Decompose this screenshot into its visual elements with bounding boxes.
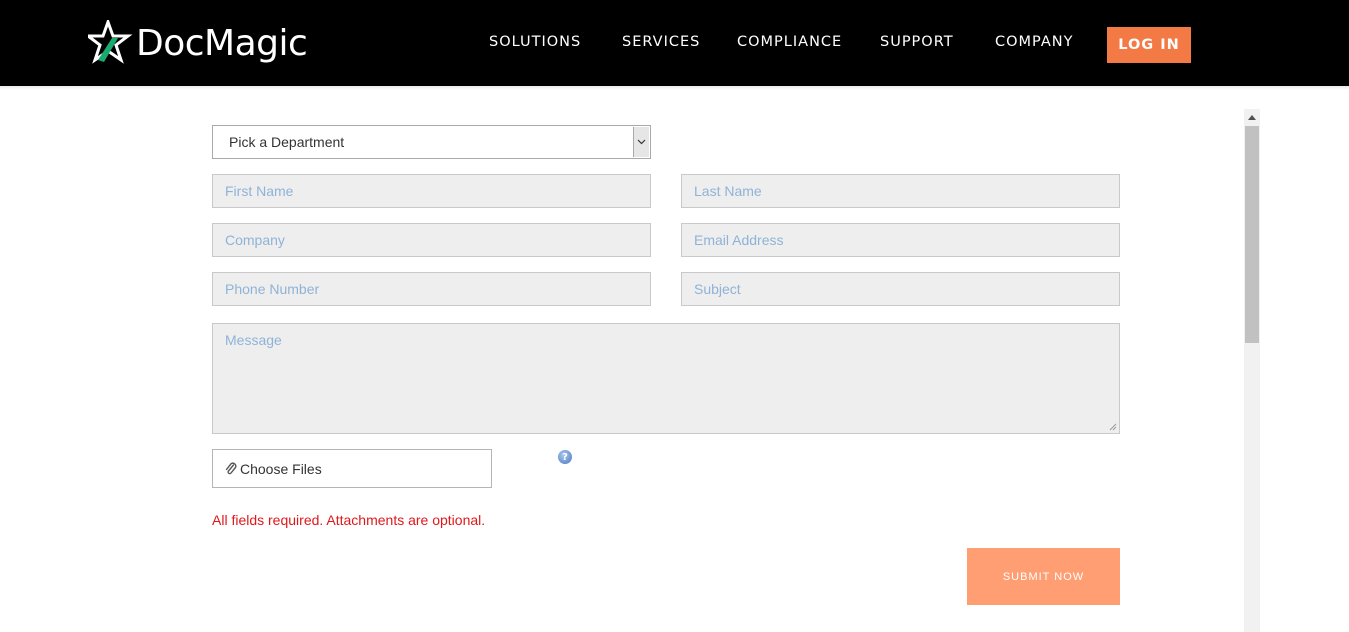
- choose-files-content: Choose Files: [225, 461, 322, 477]
- choose-files-button[interactable]: Choose Files: [212, 449, 492, 488]
- header-shadow: [0, 86, 1349, 90]
- company-placeholder: Company: [225, 232, 285, 248]
- phone-placeholder: Phone Number: [225, 281, 320, 297]
- phone-field[interactable]: Phone Number: [212, 272, 651, 306]
- nav-services[interactable]: SERVICES: [622, 34, 700, 50]
- nav-compliance[interactable]: COMPLIANCE: [737, 34, 842, 50]
- docmagic-logo[interactable]: DocMagic: [88, 18, 308, 68]
- brand-name: DocMagic: [136, 22, 308, 64]
- message-textarea[interactable]: Message: [212, 323, 1120, 434]
- scroll-up-arrow-icon[interactable]: [1244, 109, 1260, 126]
- last-name-placeholder: Last Name: [694, 183, 762, 199]
- email-field[interactable]: Email Address: [681, 223, 1120, 257]
- nav-company[interactable]: COMPANY: [995, 34, 1074, 50]
- nav-solutions[interactable]: SOLUTIONS: [489, 34, 581, 50]
- nav-support[interactable]: SUPPORT: [880, 34, 954, 50]
- email-placeholder: Email Address: [694, 232, 784, 248]
- submit-button[interactable]: SUBMIT NOW: [967, 548, 1120, 605]
- star-logo-icon: [88, 20, 133, 64]
- department-select-value: Pick a Department: [229, 134, 345, 150]
- site-header: DocMagic SOLUTIONS SERVICES COMPLIANCE S…: [0, 0, 1349, 86]
- company-field[interactable]: Company: [212, 223, 651, 257]
- first-name-field[interactable]: First Name: [212, 174, 651, 208]
- help-icon[interactable]: ?: [558, 450, 572, 464]
- required-fields-note: All fields required. Attachments are opt…: [212, 512, 486, 528]
- subject-placeholder: Subject: [694, 281, 741, 297]
- last-name-field[interactable]: Last Name: [681, 174, 1120, 208]
- scroll-thumb[interactable]: [1245, 126, 1259, 343]
- message-placeholder: Message: [225, 332, 282, 348]
- first-name-placeholder: First Name: [225, 183, 294, 199]
- paperclip-icon: [225, 462, 237, 475]
- choose-files-label: Choose Files: [240, 461, 322, 477]
- login-button[interactable]: LOG IN: [1107, 27, 1191, 63]
- department-select[interactable]: Pick a Department: [212, 125, 651, 159]
- resize-handle-icon[interactable]: [1109, 423, 1117, 431]
- subject-field[interactable]: Subject: [681, 272, 1120, 306]
- scrollbar[interactable]: [1244, 109, 1260, 632]
- chevron-down-icon: [633, 127, 649, 157]
